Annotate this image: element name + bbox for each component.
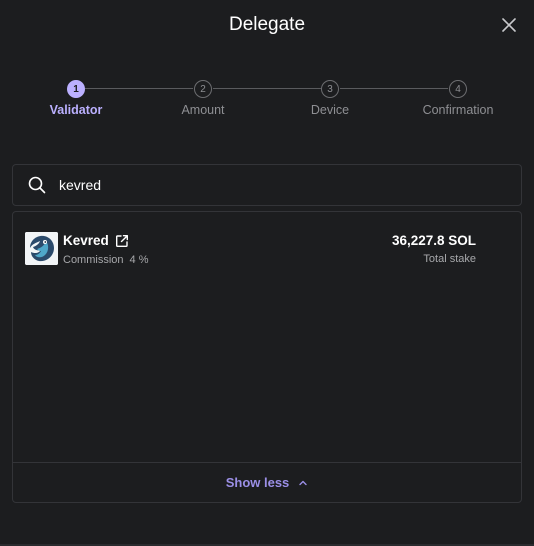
search-input[interactable] (59, 165, 521, 205)
validator-list: Kevred Commission 4 % 36,227.8 SOL Total … (12, 211, 522, 503)
close-button[interactable] (500, 16, 518, 34)
validator-name: Kevred (63, 233, 109, 248)
close-icon (502, 18, 516, 32)
step-label: Amount (181, 103, 225, 117)
list-footer: Show less (13, 462, 521, 502)
step-number: 1 (67, 80, 85, 98)
step-number: 3 (321, 80, 339, 98)
search-icon (27, 175, 47, 195)
show-less-label: Show less (225, 475, 290, 490)
commission-value: 4 % (129, 254, 149, 266)
stepper: 1 Validator 2 Amount 3 Device 4 Confirma… (0, 80, 534, 120)
validator-name-wrap: Kevred (63, 233, 129, 248)
external-link-icon[interactable] (115, 234, 129, 248)
search-box (12, 164, 522, 206)
modal-title: Delegate (228, 14, 306, 35)
step-label: Device (310, 103, 350, 117)
step-number: 2 (194, 80, 212, 98)
step-validator: 1 Validator (26, 80, 126, 117)
commission-label: Commission (63, 254, 124, 266)
step-device: 3 Device (280, 80, 380, 117)
validator-avatar (25, 232, 58, 265)
show-less-button[interactable]: Show less (226, 475, 309, 490)
validator-commission: Commission 4 % (63, 254, 154, 266)
step-amount: 2 Amount (153, 80, 253, 117)
validator-row[interactable]: Kevred Commission 4 % 36,227.8 SOL Total … (13, 212, 521, 272)
step-confirmation: 4 Confirmation (408, 80, 508, 117)
step-number: 4 (449, 80, 467, 98)
chevron-up-icon (298, 478, 308, 488)
validator-stake-label: Total stake (423, 253, 476, 265)
step-label: Confirmation (422, 103, 494, 117)
delegate-modal: Delegate 1 Validator 2 Amount 3 Device 4… (0, 0, 534, 546)
step-label: Validator (49, 103, 103, 117)
validator-stake: 36,227.8 SOL (391, 233, 476, 248)
